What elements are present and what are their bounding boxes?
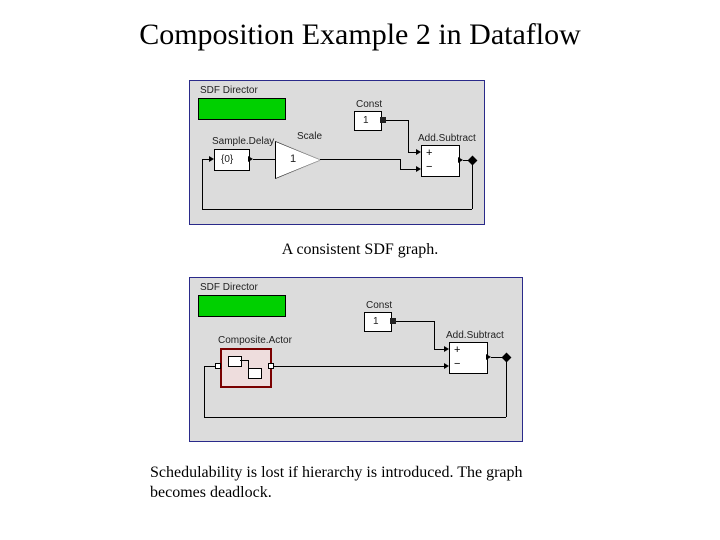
wire <box>204 417 506 418</box>
scale-value: 1 <box>290 153 296 165</box>
composite-inner-icon <box>248 368 262 379</box>
wire <box>202 159 210 160</box>
const-value: 1 <box>363 115 369 126</box>
addsub-minus: − <box>454 358 460 370</box>
slide: Composition Example 2 in Dataflow SDF Di… <box>0 0 720 540</box>
addsub-plus: + <box>454 344 460 356</box>
sampledelay-actor: {0} <box>214 149 250 171</box>
composite-inner-wire <box>248 360 249 372</box>
sdf-director <box>198 98 286 120</box>
sampledelay-value: {0} <box>221 154 233 165</box>
wire <box>202 209 472 210</box>
wire <box>400 159 401 169</box>
wire <box>400 169 417 170</box>
wire <box>253 159 276 160</box>
wire <box>386 120 408 121</box>
addsub-actor: + − <box>449 342 488 374</box>
wire <box>408 152 417 153</box>
addsub-minus: − <box>426 161 432 173</box>
caption-2: Schedulability is lost if hierarchy is i… <box>150 463 580 503</box>
wire <box>320 159 400 160</box>
const-value: 1 <box>373 316 379 327</box>
addsub-plus: + <box>426 147 432 159</box>
sdf-director <box>198 295 286 317</box>
wire <box>204 366 216 367</box>
const-label: Const <box>356 99 382 110</box>
addsub-label: Add.Subtract <box>418 133 476 144</box>
diagram-hierarchy-deadlock: SDF Director Const 1 Composite.Actor Add… <box>189 277 523 442</box>
addsub-actor: + − <box>421 145 460 177</box>
composite-actor <box>220 348 272 388</box>
wire <box>434 321 435 349</box>
addsub-label: Add.Subtract <box>446 330 504 341</box>
wire <box>204 366 205 417</box>
const-actor: 1 <box>364 312 392 332</box>
slide-title: Composition Example 2 in Dataflow <box>0 18 720 52</box>
wire <box>472 160 473 209</box>
wire <box>506 357 507 417</box>
sampledelay-label: Sample.Delay <box>212 136 274 147</box>
scale-actor <box>276 142 320 178</box>
wire <box>434 349 445 350</box>
diagram-consistent-sdf: SDF Director Const 1 Sample.Delay {0} Sc… <box>189 80 485 225</box>
const-actor: 1 <box>354 111 382 131</box>
composite-inner-wire <box>240 360 248 361</box>
wire <box>396 321 434 322</box>
const-label: Const <box>366 300 392 311</box>
director-label: SDF Director <box>200 282 258 293</box>
composite-inner-icon <box>228 356 242 367</box>
wire <box>408 120 409 152</box>
wire <box>274 366 445 367</box>
director-label: SDF Director <box>200 85 258 96</box>
wire <box>202 159 203 209</box>
caption-1: A consistent SDF graph. <box>0 241 720 259</box>
composite-label: Composite.Actor <box>218 335 292 346</box>
